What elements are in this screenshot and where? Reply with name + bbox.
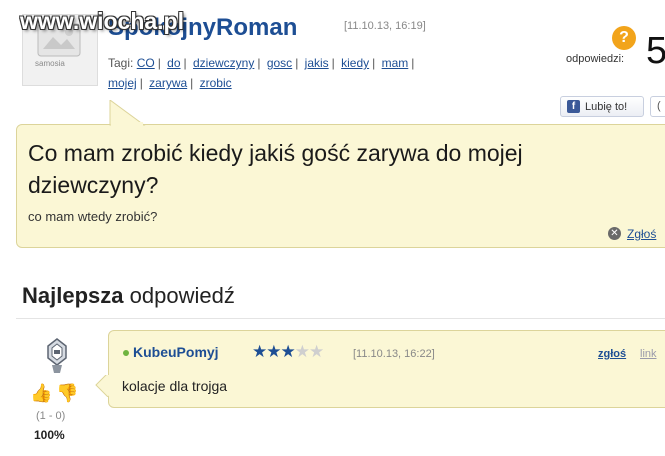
thumbs-up-icon[interactable]: 👍 xyxy=(30,383,52,403)
question-title: Co mam zrobić kiedy jakiś gość zarywa do… xyxy=(28,140,523,198)
best-heading-rest: odpowiedź xyxy=(129,283,235,308)
star-icon: ★ xyxy=(252,342,267,361)
question-description: co mam wtedy zrobić? xyxy=(28,209,158,224)
star-icon: ★ xyxy=(280,342,296,361)
tags-label: Tagi: xyxy=(108,56,134,70)
answer-text: kolacje dla trojga xyxy=(122,378,228,394)
report-icon: ✕ xyxy=(608,227,621,240)
answers-count: 5 xyxy=(646,30,665,72)
star-icon: ★ xyxy=(266,342,281,361)
question-mark-icon: ? xyxy=(612,26,636,50)
vote-percent: 100% xyxy=(34,428,65,442)
answer-report-link[interactable]: zgłoś xyxy=(598,348,626,360)
vote-buttons: 👍 👎 xyxy=(30,383,79,404)
report-link[interactable]: Zgłoś xyxy=(627,227,656,241)
tag-link[interactable]: CO xyxy=(137,56,155,70)
post-date: [11.10.13, 16:19] xyxy=(344,20,426,32)
answer-tail xyxy=(91,375,109,397)
tag-link[interactable]: jakis xyxy=(305,56,329,70)
tag-link[interactable]: dziewczyny xyxy=(193,56,254,70)
answer-box xyxy=(108,330,665,408)
tag-link[interactable]: gosc xyxy=(267,56,292,70)
answers-label: odpowiedzi: xyxy=(566,53,625,65)
tag-link[interactable]: zarywa xyxy=(149,76,187,90)
tag-link[interactable]: mam xyxy=(382,56,409,70)
like-button-label: Lubię to! xyxy=(585,101,628,113)
best-answer-heading: Najlepsza odpowiedź xyxy=(22,283,235,309)
question-tail xyxy=(109,100,146,126)
rating-stars: ★★★★★ xyxy=(252,342,324,362)
online-dot-icon xyxy=(123,350,129,356)
watermark: www.wiocha.pl xyxy=(20,8,184,34)
divider xyxy=(16,318,665,319)
vote-count: (1 - 0) xyxy=(36,410,66,422)
answer-permalink[interactable]: link xyxy=(640,348,657,360)
tag-link[interactable]: zrobic xyxy=(200,76,232,90)
robot-avatar-icon[interactable] xyxy=(44,338,70,374)
share-count-button[interactable]: ( xyxy=(650,96,665,117)
best-heading-bold: Najlepsza xyxy=(22,283,124,308)
thumbs-down-icon[interactable]: 👎 xyxy=(56,383,78,403)
facebook-icon: f xyxy=(567,100,580,113)
tag-link[interactable]: mojej xyxy=(108,76,137,90)
tags-line-2: mojej | zarywa | zrobic xyxy=(108,76,232,90)
tag-link[interactable]: do xyxy=(167,56,180,70)
star-icon: ★ xyxy=(294,342,310,361)
tags-line-1: Tagi: CO | do | dziewczyny | gosc | jakis | k… xyxy=(108,56,415,70)
facebook-like-button[interactable]: f Lubię to! xyxy=(560,96,644,117)
tag-link[interactable]: kiedy xyxy=(341,56,369,70)
avatar-caption: samosia xyxy=(35,59,65,68)
star-icon: ★ xyxy=(309,342,324,361)
answer-date: [11.10.13, 16:22] xyxy=(353,348,435,360)
answer-author[interactable]: KubeuPomyj xyxy=(133,344,219,360)
